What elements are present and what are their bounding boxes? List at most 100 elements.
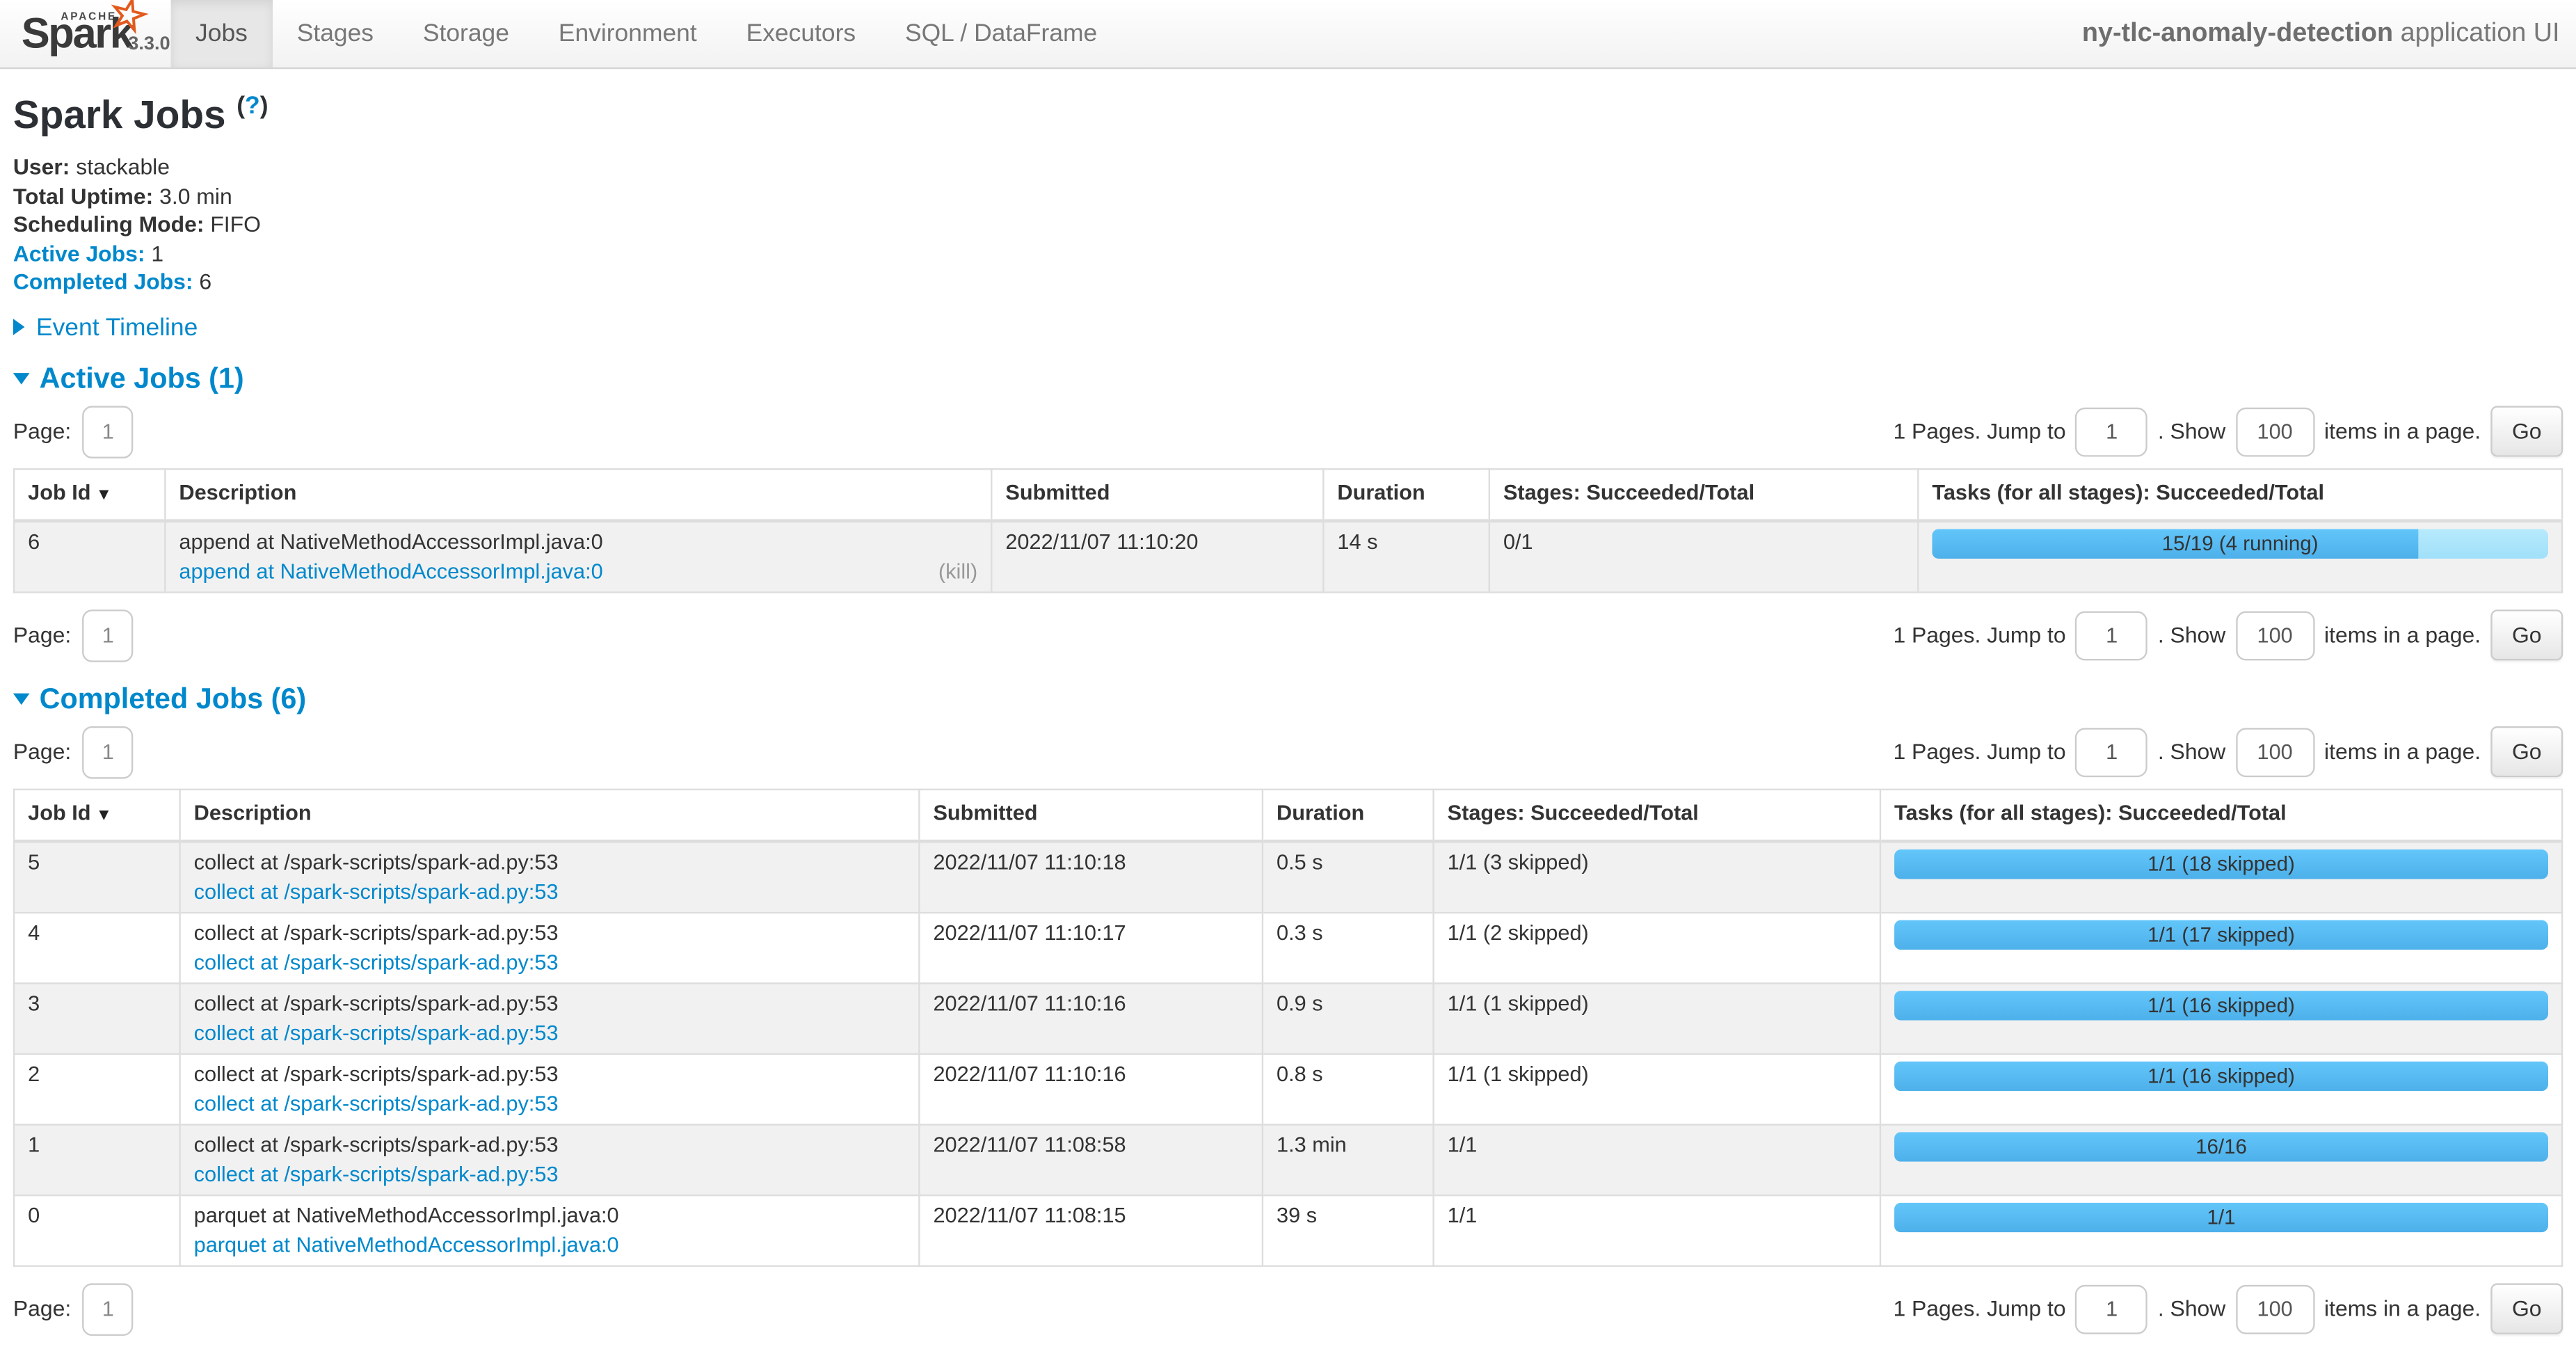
show-items-input[interactable] bbox=[2235, 407, 2314, 456]
job-stages-cell: 1/1 (1 skipped) bbox=[1434, 982, 1880, 1053]
pager-controls: 1 Pages. Jump to . Show items in a page.… bbox=[1893, 406, 2563, 456]
pagination-row: Page: 1 Pages. Jump to . Show items in a… bbox=[13, 405, 2563, 458]
col-tasks[interactable]: Tasks (for all stages): Succeeded/Total bbox=[1880, 789, 2562, 840]
event-timeline-toggle[interactable]: Event Timeline bbox=[13, 313, 2563, 341]
page-input[interactable] bbox=[83, 609, 134, 662]
job-description-link[interactable]: parquet at NativeMethodAccessorImpl.java… bbox=[194, 1231, 619, 1256]
tab-executors[interactable]: Executors bbox=[721, 0, 880, 67]
tasks-progress-bar: 1/1 (17 skipped) bbox=[1894, 919, 2548, 949]
job-description-link[interactable]: collect at /spark-scripts/spark-ad.py:53 bbox=[194, 1161, 559, 1186]
job-description-text: append at NativeMethodAccessorImpl.java:… bbox=[179, 527, 977, 557]
spark-logo[interactable]: APACHE Spark ☆ 3.3.0 bbox=[0, 0, 171, 67]
job-submitted-cell: 2022/11/07 11:10:20 bbox=[991, 520, 1323, 591]
page-selector: Page: bbox=[13, 609, 134, 662]
progress-label: 15/19 (4 running) bbox=[1932, 528, 2548, 558]
table-header-row: Job Id▼ Description Submitted Duration S… bbox=[14, 789, 2562, 840]
col-submitted[interactable]: Submitted bbox=[919, 789, 1263, 840]
col-stages[interactable]: Stages: Succeeded/Total bbox=[1434, 789, 1880, 840]
active-jobs-heading[interactable]: Active Jobs (1) bbox=[13, 360, 2563, 395]
go-button[interactable]: Go bbox=[2490, 726, 2563, 777]
job-description-link[interactable]: collect at /spark-scripts/spark-ad.py:53 bbox=[194, 878, 559, 902]
job-id-cell: 5 bbox=[14, 840, 180, 912]
col-job-id[interactable]: Job Id▼ bbox=[14, 468, 165, 520]
col-job-id[interactable]: Job Id▼ bbox=[14, 789, 180, 840]
completed-job-row: 2 collect at /spark-scripts/spark-ad.py:… bbox=[14, 1053, 2562, 1124]
jump-to-input[interactable] bbox=[2076, 610, 2148, 660]
job-stages-cell: 0/1 bbox=[1489, 520, 1918, 591]
sort-desc-icon: ▼ bbox=[96, 806, 112, 824]
job-tasks-cell: 1/1 bbox=[1880, 1195, 2562, 1266]
go-button[interactable]: Go bbox=[2490, 1283, 2563, 1334]
tasks-progress-bar: 1/1 bbox=[1894, 1202, 2548, 1232]
job-description-cell: parquet at NativeMethodAccessorImpl.java… bbox=[180, 1195, 920, 1266]
col-description[interactable]: Description bbox=[165, 468, 991, 520]
job-duration-cell: 14 s bbox=[1323, 520, 1489, 591]
show-items-input[interactable] bbox=[2235, 610, 2314, 660]
page-input[interactable] bbox=[83, 1282, 134, 1335]
spark-version: 3.3.0 bbox=[128, 35, 170, 54]
tasks-progress-bar: 15/19 (4 running) bbox=[1932, 528, 2548, 558]
tab-jobs[interactable]: Jobs bbox=[171, 0, 273, 67]
job-tasks-cell: 1/1 (18 skipped) bbox=[1880, 840, 2562, 912]
completed-job-row: 4 collect at /spark-scripts/spark-ad.py:… bbox=[14, 912, 2562, 983]
page-title: Spark Jobs (?) bbox=[13, 92, 2563, 139]
go-button[interactable]: Go bbox=[2490, 406, 2563, 456]
page-selector: Page: bbox=[13, 726, 134, 779]
tab-sql-dataframe[interactable]: SQL / DataFrame bbox=[881, 0, 1122, 67]
go-button[interactable]: Go bbox=[2490, 609, 2563, 660]
tab-stages[interactable]: Stages bbox=[272, 0, 398, 67]
col-duration[interactable]: Duration bbox=[1323, 468, 1489, 520]
main-content: Spark Jobs (?) User: stackable Total Upt… bbox=[0, 92, 2576, 1335]
col-description[interactable]: Description bbox=[180, 789, 920, 840]
col-stages[interactable]: Stages: Succeeded/Total bbox=[1489, 468, 1918, 520]
tab-storage[interactable]: Storage bbox=[398, 0, 534, 67]
tasks-progress-bar: 1/1 (18 skipped) bbox=[1894, 849, 2548, 879]
job-description-link[interactable]: collect at /spark-scripts/spark-ad.py:53 bbox=[194, 1090, 559, 1115]
col-tasks[interactable]: Tasks (for all stages): Succeeded/Total bbox=[1918, 468, 2562, 520]
pagination-row: Page: 1 Pages. Jump to . Show items in a… bbox=[13, 1282, 2563, 1335]
pager-controls: 1 Pages. Jump to . Show items in a page.… bbox=[1893, 609, 2563, 660]
tasks-progress-bar: 1/1 (16 skipped) bbox=[1894, 990, 2548, 1020]
kill-link[interactable]: (kill) bbox=[938, 556, 977, 586]
spark-jobs-page: APACHE Spark ☆ 3.3.0 Jobs Stages Storage… bbox=[0, 0, 2576, 1349]
jump-to-input[interactable] bbox=[2076, 1284, 2148, 1334]
completed-job-row: 1 collect at /spark-scripts/spark-ad.py:… bbox=[14, 1124, 2562, 1195]
page-input[interactable] bbox=[83, 405, 134, 458]
summary-active-jobs: Active Jobs: 1 bbox=[13, 239, 2563, 268]
jump-to-input[interactable] bbox=[2076, 727, 2148, 776]
job-tasks-cell: 16/16 bbox=[1880, 1124, 2562, 1195]
job-description-link[interactable]: collect at /spark-scripts/spark-ad.py:53 bbox=[194, 1019, 559, 1044]
job-submitted-cell: 2022/11/07 11:08:15 bbox=[919, 1195, 1263, 1266]
job-stages-cell: 1/1 (2 skipped) bbox=[1434, 912, 1880, 983]
job-id-cell: 0 bbox=[14, 1195, 180, 1266]
application-name-suffix: application UI bbox=[2393, 19, 2559, 47]
completed-job-row: 5 collect at /spark-scripts/spark-ad.py:… bbox=[14, 840, 2562, 912]
tab-environment[interactable]: Environment bbox=[534, 0, 721, 67]
jump-to-input[interactable] bbox=[2076, 407, 2148, 456]
col-duration[interactable]: Duration bbox=[1263, 789, 1434, 840]
active-job-row: 6 append at NativeMethodAccessorImpl.jav… bbox=[14, 520, 2562, 591]
show-items-input[interactable] bbox=[2235, 1284, 2314, 1334]
col-submitted[interactable]: Submitted bbox=[991, 468, 1323, 520]
job-description-link[interactable]: append at NativeMethodAccessorImpl.java:… bbox=[179, 558, 602, 582]
help-link[interactable]: (?) bbox=[237, 92, 268, 120]
collapse-arrow-icon bbox=[13, 692, 30, 704]
job-stages-cell: 1/1 bbox=[1434, 1195, 1880, 1266]
job-description-text: collect at /spark-scripts/spark-ad.py:53 bbox=[194, 1130, 906, 1160]
active-jobs-link[interactable]: Active Jobs: bbox=[13, 241, 145, 265]
job-description-cell: collect at /spark-scripts/spark-ad.py:53… bbox=[180, 982, 920, 1053]
completed-jobs-heading[interactable]: Completed Jobs (6) bbox=[13, 681, 2563, 716]
sort-desc-icon: ▼ bbox=[96, 486, 112, 504]
job-id-cell: 2 bbox=[14, 1053, 180, 1124]
page-input[interactable] bbox=[83, 726, 134, 779]
pagination-row: Page: 1 Pages. Jump to . Show items in a… bbox=[13, 609, 2563, 662]
active-jobs-table: Job Id▼ Description Submitted Duration S… bbox=[13, 468, 2563, 592]
job-submitted-cell: 2022/11/07 11:08:58 bbox=[919, 1124, 1263, 1195]
completed-jobs-link[interactable]: Completed Jobs: bbox=[13, 269, 193, 294]
job-id-cell: 3 bbox=[14, 982, 180, 1053]
nav-tabs: Jobs Stages Storage Environment Executor… bbox=[171, 0, 1122, 67]
show-items-input[interactable] bbox=[2235, 727, 2314, 776]
page-selector: Page: bbox=[13, 405, 134, 458]
summary-user: User: stackable bbox=[13, 153, 2563, 182]
job-description-link[interactable]: collect at /spark-scripts/spark-ad.py:53 bbox=[194, 949, 559, 973]
